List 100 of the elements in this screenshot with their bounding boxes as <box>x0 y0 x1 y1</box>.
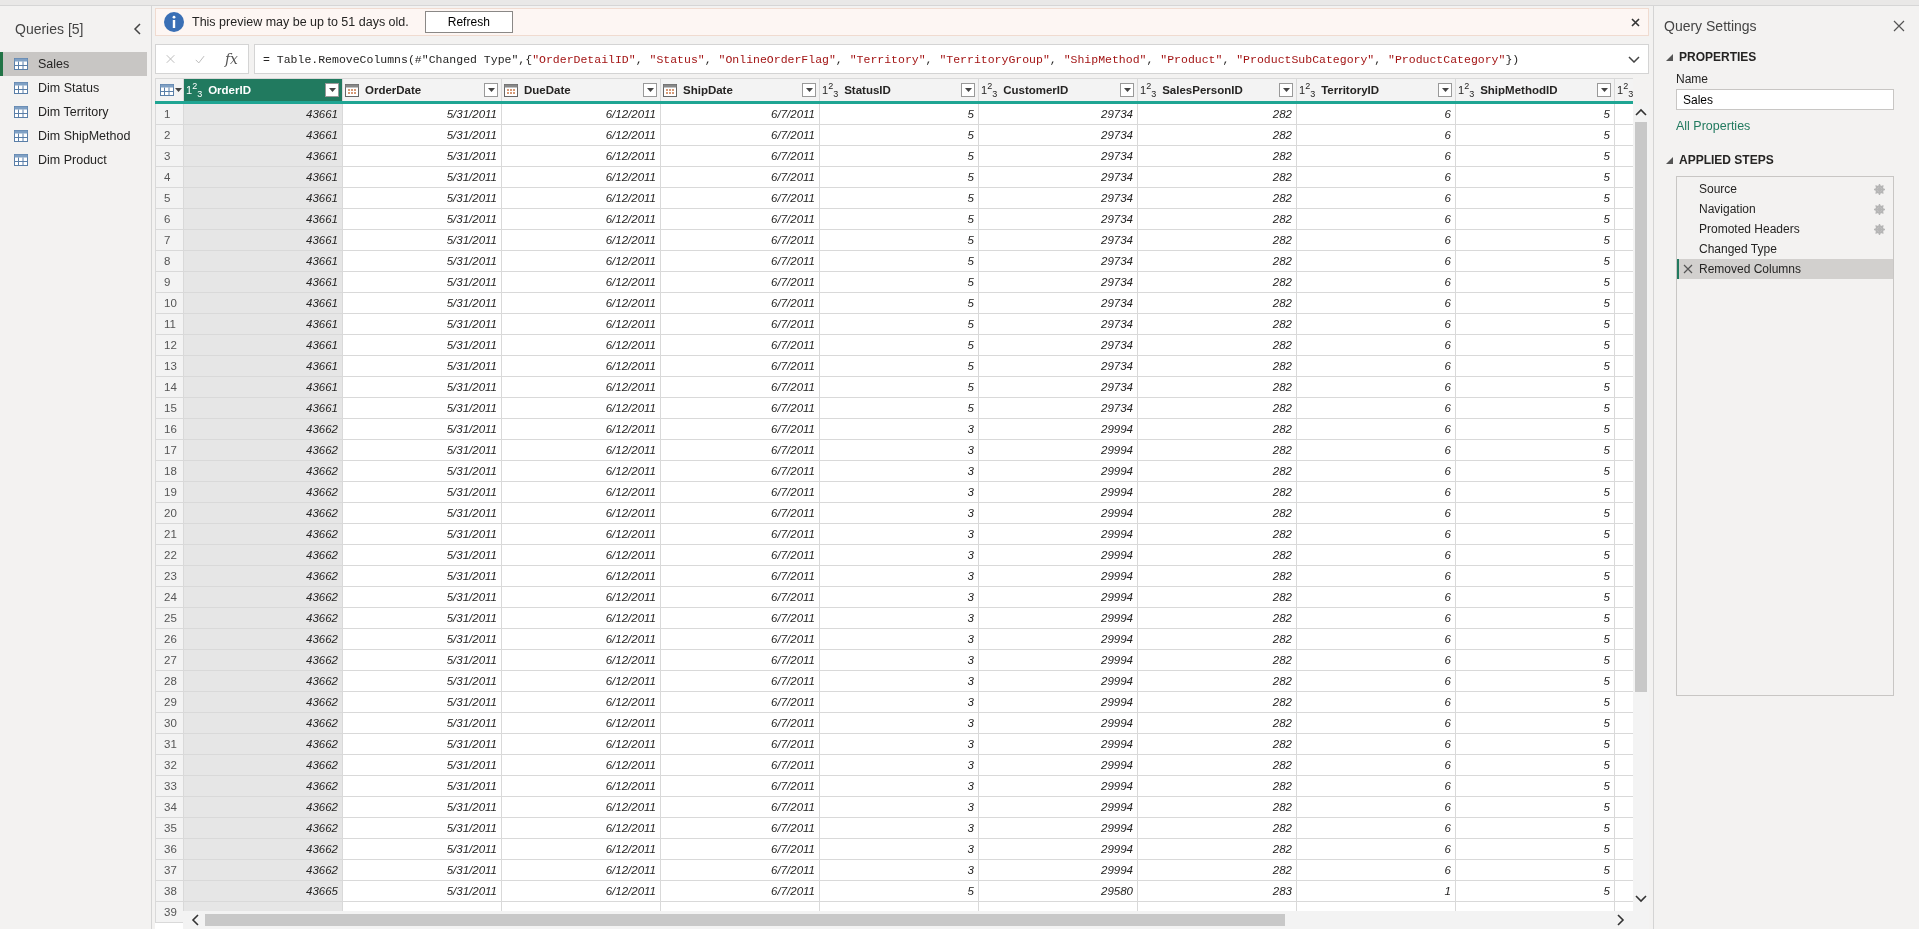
table-cell: 29734 <box>978 376 1138 398</box>
column-header[interactable]: 1$^{2}$$_{3}$ ShipMethodID <box>1455 78 1615 103</box>
applied-step[interactable]: Promoted Headers <box>1677 219 1893 239</box>
table-cell: 29994 <box>978 817 1138 839</box>
table-cell: 6/12/2011 <box>501 187 661 209</box>
scroll-left-icon[interactable] <box>191 914 199 926</box>
applied-step[interactable]: Removed Columns <box>1677 259 1893 279</box>
table-cell: 5 <box>1455 229 1615 251</box>
name-field[interactable]: Sales <box>1676 89 1894 110</box>
table-cell: 5/31/2011 <box>342 439 502 461</box>
filter-dropdown-button[interactable] <box>961 83 975 97</box>
table-cell: 5 <box>1455 355 1615 377</box>
table-cell: 6/12/2011 <box>501 229 661 251</box>
table-cell: 6 <box>1296 670 1456 692</box>
filter-dropdown-button[interactable] <box>1597 83 1611 97</box>
table-cell: 5/31/2011 <box>342 376 502 398</box>
all-properties-link[interactable]: All Properties <box>1676 119 1751 133</box>
table-cell: 6/12/2011 <box>501 628 661 650</box>
function-button[interactable]: fx <box>224 51 238 67</box>
table-cell: 6/12/2011 <box>501 712 661 734</box>
table-cell: 282 <box>1137 712 1297 734</box>
query-item[interactable]: Dim ShipMethod <box>0 124 147 148</box>
applied-step[interactable]: Changed Type <box>1677 239 1893 259</box>
expand-icon[interactable] <box>1628 55 1640 63</box>
filter-dropdown-button[interactable] <box>1438 83 1452 97</box>
table-cell: 282 <box>1137 502 1297 524</box>
table-cell: 6/7/2011 <box>660 544 820 566</box>
row-number: 5 <box>155 187 184 209</box>
table-cell: 5 <box>819 397 979 419</box>
table-cell: 282 <box>1137 208 1297 230</box>
table-cell: 5/31/2011 <box>342 124 502 146</box>
row-number: 33 <box>155 775 184 797</box>
table-cell: 6/7/2011 <box>660 481 820 503</box>
table-cell: 5 <box>1455 544 1615 566</box>
filter-dropdown-button[interactable] <box>484 83 498 97</box>
column-header[interactable]: 1$^{2}$$_{3}$ SalesPersonID <box>1137 78 1297 103</box>
filter-dropdown-button[interactable] <box>1279 83 1293 97</box>
row-number: 28 <box>155 670 184 692</box>
filter-dropdown-button[interactable] <box>802 83 816 97</box>
table-icon <box>14 106 28 118</box>
filter-dropdown-button[interactable] <box>325 83 339 97</box>
query-item[interactable]: Dim Territory <box>0 100 147 124</box>
table-cell: 283 <box>1137 880 1297 902</box>
close-icon[interactable] <box>1631 17 1640 27</box>
table-icon <box>14 130 28 142</box>
applied-step[interactable]: Source <box>1677 179 1893 199</box>
caret-icon <box>964 88 972 92</box>
query-item[interactable]: Sales <box>0 52 147 76</box>
table-cell: 282 <box>1137 376 1297 398</box>
caret-icon <box>1441 88 1449 92</box>
filter-dropdown-button[interactable] <box>643 83 657 97</box>
column-header[interactable]: DueDate <box>501 78 661 103</box>
table-cell: 6 <box>1296 102 1456 125</box>
delete-icon[interactable] <box>1683 264 1693 274</box>
scroll-right-icon[interactable] <box>1617 914 1625 926</box>
column-header[interactable]: OrderDate <box>342 78 502 103</box>
table-cell: 282 <box>1137 102 1297 125</box>
close-icon[interactable] <box>1893 20 1905 32</box>
row-number: 11 <box>155 313 184 335</box>
check-icon[interactable] <box>195 53 205 65</box>
table-cell: 6 <box>1296 607 1456 629</box>
row-number: 32 <box>155 754 184 776</box>
table-cell: 6/7/2011 <box>660 733 820 755</box>
query-item[interactable]: Dim Status <box>0 76 147 100</box>
column-header[interactable]: ShipDate <box>660 78 820 103</box>
query-item[interactable]: Dim Product <box>0 148 147 172</box>
scroll-down-icon[interactable] <box>1635 895 1647 903</box>
row-number: 20 <box>155 502 184 524</box>
refresh-button[interactable]: Refresh <box>424 11 513 33</box>
column-header[interactable]: 1$^{2}$$_{3}$ OrderID <box>183 78 343 103</box>
table-cell: 3 <box>819 439 979 461</box>
column-header[interactable]: 1$^{2}$$_{3}$ StatusID <box>819 78 979 103</box>
column-header[interactable]: 1$^{2}$$_{3}$ CustomerID <box>978 78 1138 103</box>
table-cell: 6/7/2011 <box>660 775 820 797</box>
table-cell: 1 <box>1296 880 1456 902</box>
table-cell: 3 <box>819 838 979 860</box>
table-cell: 6/7/2011 <box>660 859 820 881</box>
table-cell: 6 <box>1296 586 1456 608</box>
collapse-triangle-icon[interactable] <box>1666 53 1673 61</box>
column-header[interactable]: 1$^{2}$$_{3}$ TerritoryID <box>1296 78 1456 103</box>
table-cell: 6/7/2011 <box>660 334 820 356</box>
filter-dropdown-button[interactable] <box>1120 83 1134 97</box>
collapse-icon[interactable] <box>133 23 141 35</box>
table-cell: 5 <box>1455 166 1615 188</box>
table-cell: 5/31/2011 <box>342 355 502 377</box>
table-cell: 6 <box>1296 628 1456 650</box>
table-cell: 6 <box>1296 649 1456 671</box>
table-cell: 29994 <box>978 418 1138 440</box>
table-cell: 29734 <box>978 145 1138 167</box>
table-cell: 29734 <box>978 313 1138 335</box>
table-cell: 6/7/2011 <box>660 502 820 524</box>
table-cell: 29994 <box>978 712 1138 734</box>
table-cell: 5 <box>1455 838 1615 860</box>
table-cell: 5/31/2011 <box>342 334 502 356</box>
applied-step[interactable]: Navigation <box>1677 199 1893 219</box>
scroll-up-icon[interactable] <box>1635 108 1647 116</box>
collapse-triangle-icon[interactable] <box>1666 156 1673 164</box>
table-cell: 6/12/2011 <box>501 439 661 461</box>
table-cell: 29734 <box>978 124 1138 146</box>
table-cell: 6 <box>1296 859 1456 881</box>
